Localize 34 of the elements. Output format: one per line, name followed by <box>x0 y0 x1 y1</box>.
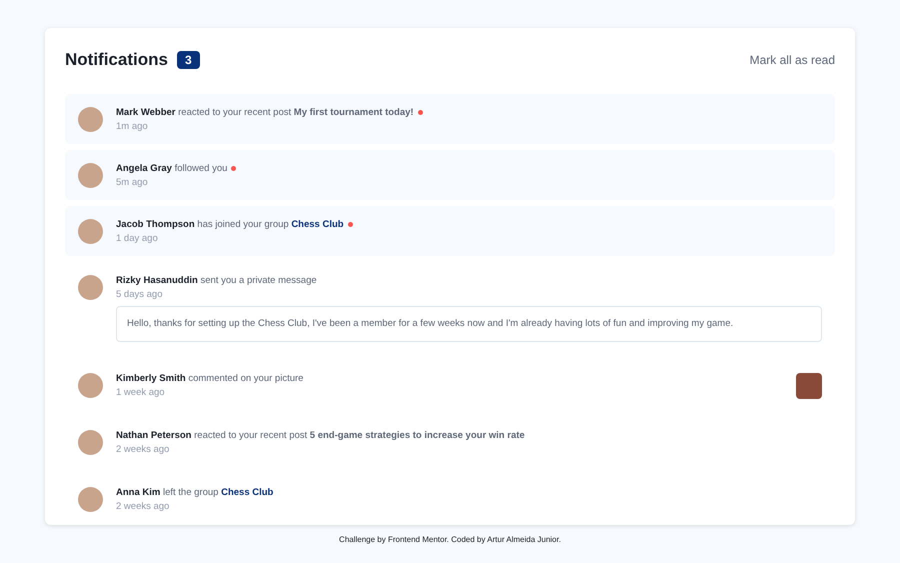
notification-text: Rizky Hasanuddin sent you a private message <box>116 274 318 288</box>
notification-text: Jacob Thompson has joined your group Chess Club <box>116 218 822 232</box>
notification-item[interactable]: Nathan Peterson reacted to your recent post 5 end-game strategies to increase your win rate 2 weeks ago <box>65 417 835 467</box>
notification-text: Angela Gray followed you <box>116 162 822 176</box>
notification-text: Anna Kim left the group Chess Club <box>116 486 274 500</box>
time-ago: 5m ago <box>116 176 149 189</box>
page-title: Notifications <box>65 50 168 70</box>
avatar <box>78 275 103 300</box>
avatar <box>78 163 103 188</box>
avatar <box>78 487 103 512</box>
notification-item[interactable]: Mark Webber reacted to your recent post My first tournament today! 1m ago <box>65 94 835 144</box>
private-message: Hello, thanks for setting up the Chess Club, I've been a member for a few weeks now and I'm already having lots of fun and improving my game. <box>116 306 822 342</box>
notification-text: Kimberly Smith commented on your picture <box>116 372 304 386</box>
time-ago: 2 weeks ago <box>116 443 170 456</box>
notification-item[interactable]: Angela Gray followed you 5m ago <box>65 150 835 200</box>
notification-item[interactable]: Jacob Thompson has joined your group Chess Club 1 day ago <box>65 206 835 256</box>
avatar <box>78 107 103 132</box>
photo-placeholder[interactable] <box>796 373 822 399</box>
notification-text: Nathan Peterson reacted to your recent post 5 end-game strategies to increase your win rate <box>116 429 526 443</box>
time-ago: 2 weeks ago <box>116 500 170 513</box>
mark-all-read-link[interactable]: Mark all as read <box>750 53 835 67</box>
time-ago: 5 days ago <box>116 288 164 301</box>
avatar <box>78 373 103 398</box>
unread-count-badge: 3 <box>176 51 200 69</box>
time-ago: 1 week ago <box>116 386 166 399</box>
avatar <box>78 430 103 455</box>
notification-item[interactable]: Rizky Hasanuddin sent you a private message 5 days ago Hello, thanks for setting up the Chess Club, I've been a member for a few weeks now and I'm already having lots of fun and improving my game. <box>65 262 835 353</box>
notification-text: Mark Webber reacted to your recent post My first tournament today! <box>116 106 822 120</box>
time-ago: 1m ago <box>116 120 149 133</box>
footer-credit: Challenge by Frontend Mentor. Coded by Artur Almeida Junior. <box>338 535 562 544</box>
avatar <box>78 219 103 244</box>
notification-item[interactable]: Kimberly Smith commented on your picture 1 week ago <box>65 360 835 410</box>
notification-item[interactable]: Anna Kim left the group Chess Club 2 weeks ago <box>65 474 835 524</box>
time-ago: 1 day ago <box>116 232 159 245</box>
